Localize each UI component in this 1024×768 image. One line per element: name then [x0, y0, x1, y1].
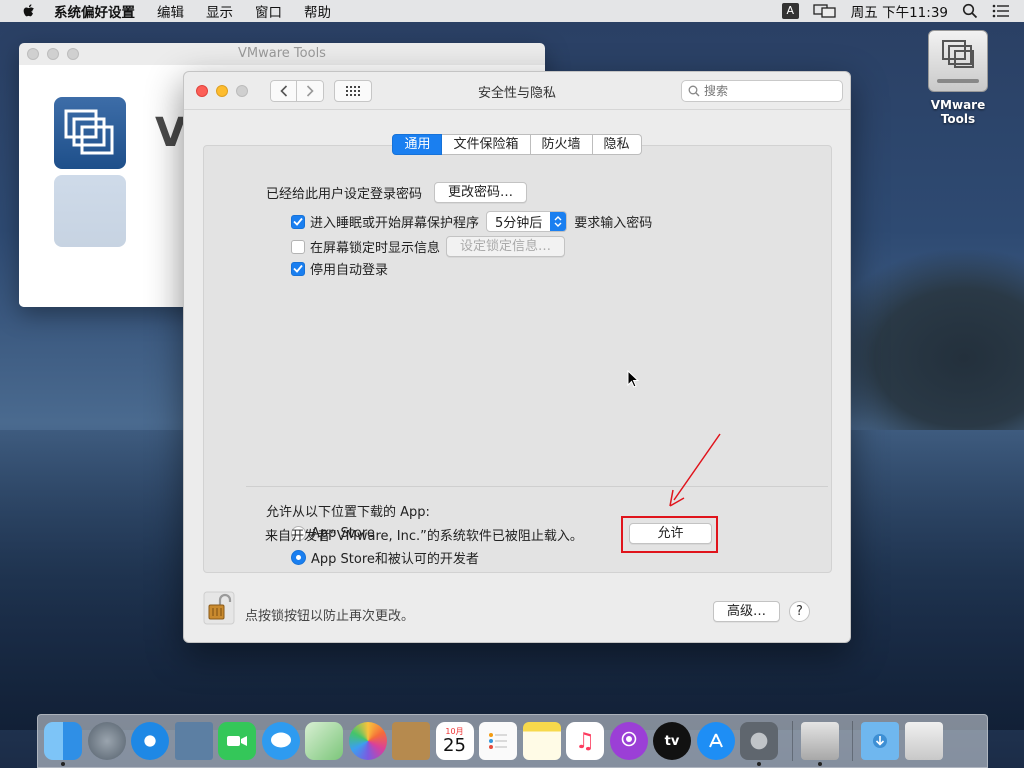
app-store-icon[interactable] [696, 722, 735, 760]
menu-clock[interactable]: 周五 下午11:39 [851, 1, 948, 21]
security-privacy-window[interactable]: 安全性与隐私 通用 文件保险箱 防火墙 隐私 已经给此用户设定登录密码 更改密码… [183, 71, 851, 643]
contacts-icon[interactable] [392, 722, 430, 760]
launchpad-icon[interactable] [87, 722, 126, 760]
menu-bar: 系统偏好设置 编辑 显示 窗口 帮助 A 周五 下午11:39 [0, 0, 1024, 22]
show-all-button[interactable] [334, 79, 372, 102]
password-delay-value: 5分钟后 [495, 216, 543, 231]
tab-filevault[interactable]: 文件保险箱 [442, 134, 531, 155]
menu-help[interactable]: 帮助 [304, 1, 331, 21]
menu-app-name[interactable]: 系统偏好设置 [54, 1, 135, 21]
apple-icon[interactable] [20, 3, 38, 19]
vmware-heading-partial: V [155, 110, 186, 156]
search-input[interactable] [704, 84, 834, 98]
title-bar: 安全性与隐私 [184, 72, 850, 110]
tab-firewall[interactable]: 防火墙 [530, 134, 593, 155]
apple-tv-label: tv [664, 733, 680, 749]
spotlight-search-icon[interactable] [962, 3, 978, 19]
require-password-label: 要求输入密码 [574, 216, 653, 231]
photo-preview-icon[interactable] [174, 722, 213, 760]
radio-identified-label: App Store和被认可的开发者 [311, 552, 479, 567]
system-preferences-icon[interactable] [740, 722, 778, 766]
padlock-button[interactable] [203, 591, 235, 625]
podcasts-icon[interactable] [609, 722, 648, 760]
notes-icon[interactable] [522, 722, 561, 760]
grid-icon [346, 85, 360, 96]
vmware-logo-reflection-icon [54, 175, 126, 247]
forward-button[interactable] [297, 79, 324, 102]
mouse-pointer-icon [627, 370, 639, 388]
blocked-software-message: 来自开发者“VMware, Inc.”的系统软件已被阻止载入。 [265, 529, 583, 544]
disk-volume-icon [928, 30, 988, 92]
photos-icon[interactable] [348, 722, 387, 760]
reminders-icon[interactable] [479, 722, 517, 760]
apple-tv-icon[interactable]: tv [653, 722, 691, 760]
close-button[interactable] [196, 84, 208, 97]
tab-general[interactable]: 通用 [392, 134, 443, 155]
set-lock-message-button[interactable]: 设定锁定信息… [446, 236, 566, 257]
allow-button[interactable]: 允许 [629, 523, 712, 544]
password-delay-select[interactable]: 5分钟后 [486, 211, 568, 232]
disable-autologin-checkbox[interactable] [291, 261, 305, 276]
window-title: VMware Tools [238, 46, 326, 61]
section-divider [246, 486, 828, 487]
display-mirror-icon[interactable] [813, 3, 837, 19]
annotation-arrow-icon [669, 433, 721, 507]
wallpaper-island [824, 250, 1024, 430]
search-icon [688, 85, 700, 97]
dock-separator [791, 721, 793, 761]
unlocked-padlock-icon [203, 591, 235, 625]
lock-hint-text: 点按锁按钮以防止再次更改。 [245, 609, 415, 624]
footer-bar: 点按锁按钮以防止再次更改。 高级… ? [203, 591, 832, 627]
facetime-icon[interactable] [218, 722, 256, 760]
desktop-icon-label: VMware Tools [930, 98, 986, 126]
downloads-folder-icon[interactable] [861, 722, 899, 760]
lock-message-label: 在屏幕锁定时显示信息 [310, 241, 441, 256]
advanced-button[interactable]: 高级… [712, 601, 780, 622]
change-password-button[interactable]: 更改密码… [434, 182, 528, 203]
dock: 10月 25 ♫ tv [37, 714, 988, 768]
tab-privacy[interactable]: 隐私 [592, 134, 642, 155]
zoom-button[interactable] [236, 84, 248, 97]
back-button[interactable] [270, 79, 297, 102]
calendar-icon[interactable]: 10月 25 [435, 722, 474, 760]
music-icon[interactable]: ♫ [566, 722, 604, 760]
calendar-day: 25 [443, 734, 466, 756]
allow-apps-label: 允许从以下位置下载的 App: [266, 505, 430, 520]
checkmark-icon [293, 217, 303, 226]
disable-autologin-label: 停用自动登录 [310, 263, 389, 278]
general-panel: 已经给此用户设定登录密码 更改密码… 进入睡眠或开始屏幕保护程序 5分钟后 要求… [203, 145, 832, 573]
radio-app-store-identified[interactable] [291, 550, 306, 565]
vmware-logo-icon [54, 97, 126, 169]
password-set-label: 已经给此用户设定登录密码 [266, 187, 423, 202]
menu-view[interactable]: 显示 [206, 1, 233, 21]
tab-bar: 通用 文件保险箱 防火墙 隐私 [184, 134, 850, 155]
dock-separator-2 [852, 721, 853, 761]
menu-edit[interactable]: 编辑 [157, 1, 184, 21]
select-arrows-icon [550, 212, 567, 231]
finder-icon[interactable] [44, 722, 82, 766]
lock-message-checkbox[interactable] [291, 239, 305, 254]
menu-window[interactable]: 窗口 [255, 1, 282, 21]
minimize-button[interactable] [216, 84, 228, 97]
sleep-password-checkbox[interactable] [291, 214, 305, 229]
maps-icon[interactable] [305, 722, 343, 760]
vmware-installer-icon[interactable] [800, 722, 839, 766]
safari-icon[interactable] [131, 722, 169, 760]
trash-icon[interactable] [904, 722, 943, 760]
checkmark-icon [293, 264, 303, 273]
input-method-icon[interactable]: A [781, 3, 799, 19]
messages-icon[interactable] [261, 722, 300, 760]
search-field[interactable] [681, 80, 843, 102]
sleep-password-label: 进入睡眠或开始屏幕保护程序 [310, 216, 480, 231]
notification-center-icon[interactable] [992, 4, 1010, 18]
help-button[interactable]: ? [789, 601, 810, 622]
desktop-vmware-tools-volume[interactable]: VMware Tools [912, 30, 1004, 126]
chevron-right-icon [306, 84, 314, 97]
chevron-left-icon [279, 84, 287, 97]
